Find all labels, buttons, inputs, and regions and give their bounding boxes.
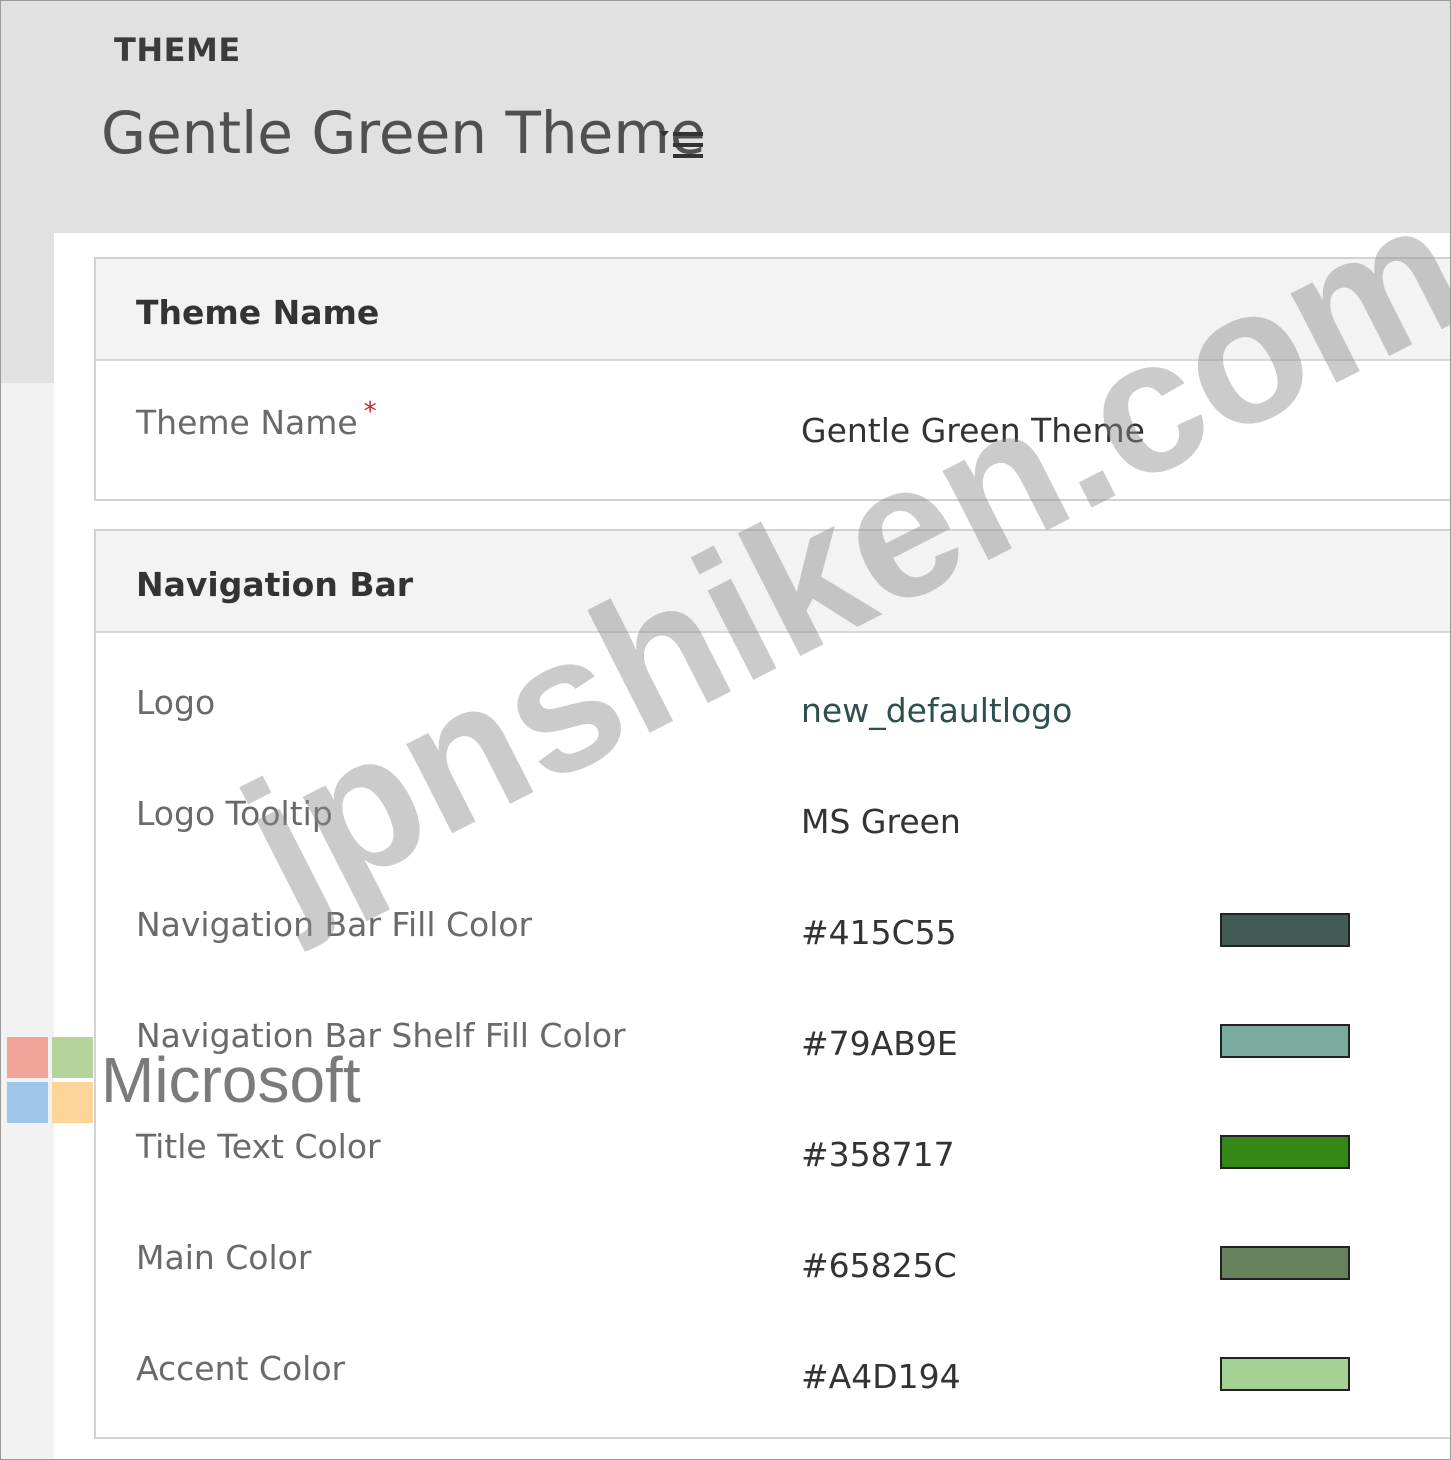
field-row-main-color: Main Color #65825C: [96, 1208, 1450, 1319]
left-rail-lower: [1, 383, 54, 1459]
required-marker: *: [363, 397, 377, 427]
record-header: THEME Gentle Green Theme: [1, 1, 1450, 233]
record-title: Gentle Green Theme: [101, 99, 706, 167]
logo-square: [7, 1082, 48, 1123]
field-label-title-text: Title Text Color: [136, 1127, 381, 1166]
color-swatch: [1220, 1357, 1350, 1391]
record-menu-icon[interactable]: [659, 129, 705, 163]
field-label-logo: Logo: [136, 683, 216, 722]
label-text: Theme Name: [136, 403, 358, 442]
window-frame: THEME Gentle Green Theme Theme Name Them…: [0, 0, 1451, 1460]
field-value-nav-shelf[interactable]: #79AB9E: [801, 1024, 958, 1063]
section-title: Theme Name: [136, 293, 380, 332]
color-swatch: [1220, 1246, 1350, 1280]
field-value-logo-link[interactable]: new_defaultlogo: [801, 691, 1072, 730]
color-swatch: [1220, 913, 1350, 947]
field-label-theme-name: Theme Name *: [136, 397, 377, 442]
field-value-logo-tooltip[interactable]: MS Green: [801, 802, 961, 841]
field-value-accent-color[interactable]: #A4D194: [801, 1357, 961, 1396]
entity-label: THEME: [114, 31, 241, 69]
left-rail: [1, 233, 54, 383]
field-label-main-color: Main Color: [136, 1238, 312, 1277]
color-swatch: [1220, 1135, 1350, 1169]
microsoft-logo-icon: [7, 1037, 93, 1123]
section-title: Navigation Bar: [136, 565, 414, 604]
field-label-accent-color: Accent Color: [136, 1349, 346, 1388]
logo-square: [52, 1037, 93, 1078]
field-value-title-text[interactable]: #358717: [801, 1135, 955, 1174]
logo-square: [52, 1082, 93, 1123]
logo-square: [7, 1037, 48, 1078]
field-value-nav-fill[interactable]: #415C55: [801, 913, 957, 952]
field-value-main-color[interactable]: #65825C: [801, 1246, 957, 1285]
field-row-accent-color: Accent Color #A4D194: [96, 1319, 1450, 1430]
color-swatch: [1220, 1024, 1350, 1058]
microsoft-logo-text: Microsoft: [101, 1044, 361, 1116]
